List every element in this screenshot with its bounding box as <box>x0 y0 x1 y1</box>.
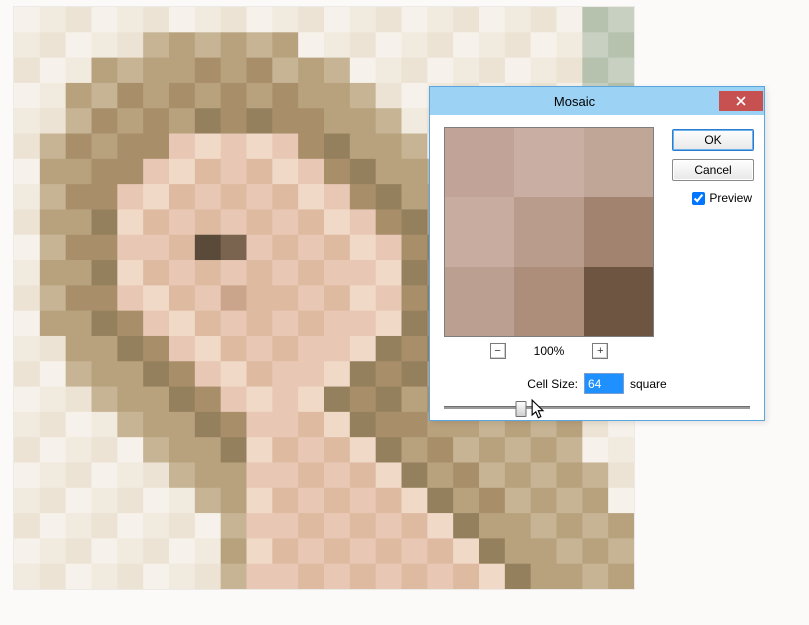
close-icon <box>736 96 746 106</box>
plus-icon: + <box>597 346 603 357</box>
cell-size-unit: square <box>630 377 667 391</box>
cancel-button[interactable]: Cancel <box>672 159 754 181</box>
slider-track-line <box>444 406 750 409</box>
filter-preview[interactable] <box>444 127 654 337</box>
cell-size-label: Cell Size: <box>527 377 578 391</box>
preview-checkbox-label: Preview <box>709 191 752 205</box>
ok-button[interactable]: OK <box>672 129 754 151</box>
zoom-controls: − 100% + <box>444 343 654 359</box>
mosaic-dialog: Mosaic − 100% + OK Cancel Preview Cell S… <box>429 86 765 421</box>
zoom-in-button[interactable]: + <box>592 343 608 359</box>
minus-icon: − <box>494 346 500 357</box>
slider-thumb[interactable] <box>515 401 526 417</box>
dialog-body: − 100% + OK Cancel Preview Cell Size: sq… <box>430 115 764 420</box>
dialog-title: Mosaic <box>430 94 719 109</box>
preview-checkbox[interactable] <box>692 192 705 205</box>
cell-size-slider[interactable] <box>444 399 750 415</box>
cell-size-input[interactable] <box>584 373 624 394</box>
close-button[interactable] <box>719 91 763 111</box>
dialog-titlebar[interactable]: Mosaic <box>430 87 764 115</box>
cell-size-row: Cell Size: square <box>430 373 764 394</box>
preview-checkbox-row[interactable]: Preview <box>692 191 752 205</box>
zoom-out-button[interactable]: − <box>490 343 506 359</box>
zoom-level: 100% <box>534 344 565 358</box>
